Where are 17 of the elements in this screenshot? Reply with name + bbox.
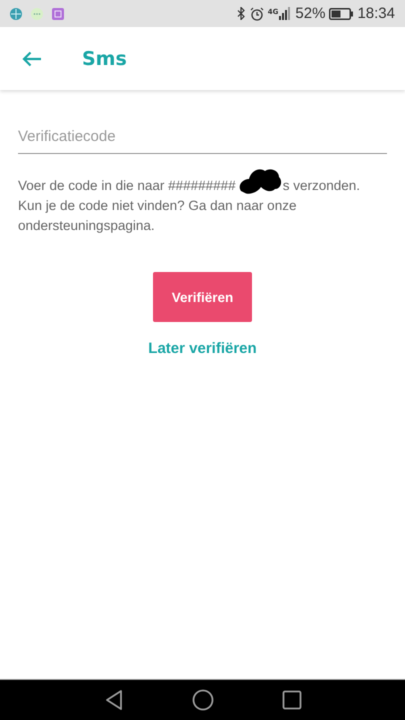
screen-title: Sms [82, 48, 127, 70]
help-text: Kun je de code niet vinden? Ga dan naar onze ondersteuningspagina. [18, 197, 298, 235]
chat-icon [31, 8, 43, 20]
signal-icon [279, 7, 292, 20]
battery-percentage: 52% [295, 5, 326, 22]
clock: 18:34 [357, 5, 395, 22]
home-icon[interactable] [192, 689, 214, 711]
later-verify-link[interactable]: Later verifiëren [148, 340, 257, 357]
recents-icon[interactable] [282, 690, 302, 710]
verify-button[interactable]: Verifiëren [153, 272, 252, 322]
bluetooth-icon [236, 7, 246, 20]
message-text: s verzonden. [282, 177, 360, 195]
back-icon[interactable] [104, 689, 124, 711]
message-text: Voer de code in die naar ######### [18, 177, 236, 195]
back-arrow-icon[interactable] [22, 50, 42, 66]
battery-icon [329, 8, 354, 20]
alarm-icon [250, 6, 264, 20]
